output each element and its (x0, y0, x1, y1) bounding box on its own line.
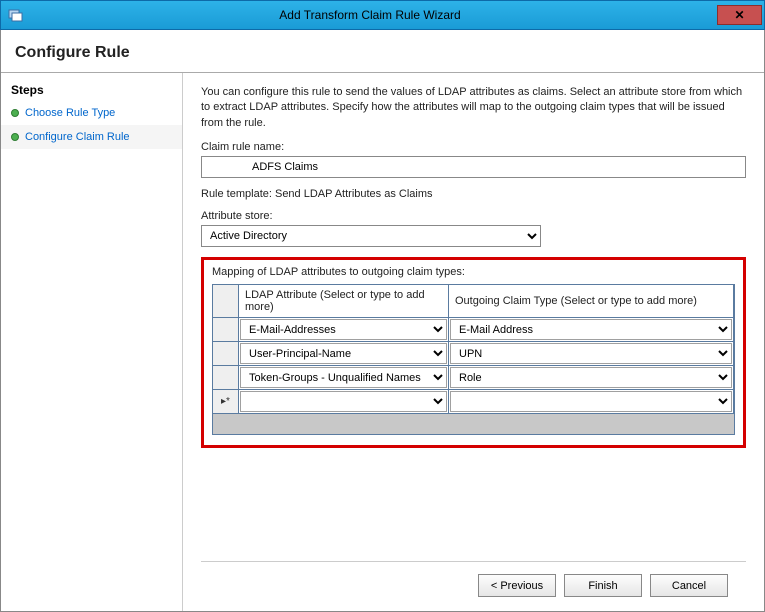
ldap-attribute-cell: User-Principal-Name (239, 342, 449, 365)
ldap-attribute-select[interactable] (240, 391, 447, 412)
attribute-store-label: Attribute store: (201, 210, 746, 222)
claim-type-cell: UPN (449, 342, 734, 365)
sidebar-item-label: Choose Rule Type (25, 107, 115, 119)
table-row: E-Mail-Addresses E-Mail Address (213, 318, 734, 342)
cancel-button[interactable]: Cancel (650, 574, 728, 597)
row-header[interactable] (213, 318, 239, 341)
claim-type-cell (449, 390, 734, 413)
table-row: User-Principal-Name UPN (213, 342, 734, 366)
grid-body: E-Mail-Addresses E-Mail Address User-Pri… (213, 318, 734, 414)
main-pane: You can configure this rule to send the … (183, 73, 764, 611)
ldap-attribute-select[interactable]: E-Mail-Addresses (240, 319, 447, 340)
app-icon (7, 7, 23, 23)
sidebar-item-choose-rule-type[interactable]: Choose Rule Type (1, 101, 182, 125)
window-body: Configure Rule Steps Choose Rule Type Co… (0, 30, 765, 612)
ldap-attribute-select[interactable]: Token-Groups - Unqualified Names (240, 367, 447, 388)
bullet-icon (11, 133, 19, 141)
rule-template-label: Rule template: Send LDAP Attributes as C… (201, 188, 746, 200)
grid-footer (213, 414, 734, 434)
titlebar: Add Transform Claim Rule Wizard ✕ (0, 0, 765, 30)
button-bar: < Previous Finish Cancel (201, 561, 746, 611)
ldap-attribute-cell: Token-Groups - Unqualified Names (239, 366, 449, 389)
page-title: Configure Rule (15, 44, 750, 62)
grid-header-ldap: LDAP Attribute (Select or type to add mo… (239, 285, 449, 317)
claim-type-select[interactable]: UPN (450, 343, 732, 364)
claim-type-cell: Role (449, 366, 734, 389)
intro-text: You can configure this rule to send the … (201, 85, 746, 131)
bullet-icon (11, 109, 19, 117)
table-row: Token-Groups - Unqualified Names Role (213, 366, 734, 390)
ldap-attribute-cell (239, 390, 449, 413)
page-header: Configure Rule (1, 30, 764, 73)
sidebar-heading: Steps (1, 79, 182, 101)
close-icon: ✕ (734, 8, 744, 22)
sidebar: Steps Choose Rule Type Configure Claim R… (1, 73, 183, 611)
row-header[interactable] (213, 366, 239, 389)
claim-rule-name-input[interactable] (201, 156, 746, 178)
row-header-new[interactable]: ▸* (213, 390, 239, 413)
table-row-new: ▸* (213, 390, 734, 414)
sidebar-item-configure-claim-rule[interactable]: Configure Claim Rule (1, 125, 182, 149)
close-button[interactable]: ✕ (717, 5, 762, 25)
mapping-grid: LDAP Attribute (Select or type to add mo… (212, 284, 735, 435)
content-area: Steps Choose Rule Type Configure Claim R… (1, 73, 764, 611)
claim-type-select[interactable]: Role (450, 367, 732, 388)
sidebar-item-label: Configure Claim Rule (25, 131, 130, 143)
claim-type-select[interactable]: E-Mail Address (450, 319, 732, 340)
grid-header-claim: Outgoing Claim Type (Select or type to a… (449, 285, 734, 317)
claim-type-select[interactable] (450, 391, 732, 412)
window-title: Add Transform Claim Rule Wizard (23, 8, 717, 22)
finish-button[interactable]: Finish (564, 574, 642, 597)
attribute-store-select[interactable]: Active Directory (201, 225, 541, 247)
mapping-highlight-box: Mapping of LDAP attributes to outgoing c… (201, 257, 746, 448)
previous-button[interactable]: < Previous (478, 574, 556, 597)
mapping-label: Mapping of LDAP attributes to outgoing c… (212, 266, 735, 278)
ldap-attribute-cell: E-Mail-Addresses (239, 318, 449, 341)
row-header[interactable] (213, 342, 239, 365)
ldap-attribute-select[interactable]: User-Principal-Name (240, 343, 447, 364)
grid-header-row: LDAP Attribute (Select or type to add mo… (213, 285, 734, 318)
claim-rule-name-label: Claim rule name: (201, 141, 746, 153)
grid-corner-cell (213, 285, 239, 317)
claim-type-cell: E-Mail Address (449, 318, 734, 341)
